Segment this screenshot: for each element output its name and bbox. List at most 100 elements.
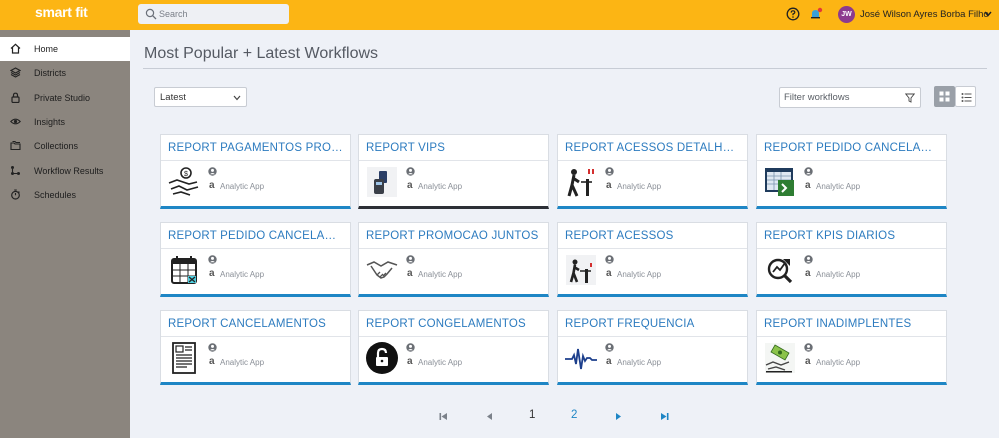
sidebar-item-label: Private Studio (34, 93, 91, 103)
alpha-badge: a (805, 268, 811, 279)
divider (558, 160, 747, 161)
sidebar-item-collections[interactable]: Collections (0, 134, 130, 158)
page-number-current[interactable]: 1 (529, 409, 535, 421)
workflow-card[interactable]: REPORT CONGELAMENTOS a Analytic App (358, 310, 549, 385)
filter-workflows-box[interactable] (779, 87, 921, 108)
sort-dropdown[interactable]: Latest (154, 87, 247, 107)
card-type: Analytic App (816, 270, 861, 279)
workflow-card[interactable]: REPORT PEDIDO CANCELAMENT... a Analytic … (756, 134, 947, 209)
divider (757, 248, 946, 249)
list-icon (961, 93, 972, 102)
card-type: Analytic App (418, 270, 463, 279)
sidebar-item-label: Schedules (34, 190, 77, 200)
logo[interactable]: smart fit (35, 4, 88, 20)
grid-view-button[interactable] (934, 86, 955, 107)
chevron-down-icon[interactable] (984, 11, 992, 17)
search-box[interactable] (138, 4, 289, 24)
search-icon (145, 8, 157, 20)
card-terminal-icon (367, 167, 397, 197)
card-type: Analytic App (617, 182, 662, 191)
user-icon (406, 255, 415, 264)
previous-page-icon[interactable] (485, 412, 494, 421)
notifications-icon[interactable] (809, 7, 823, 21)
workflow-card[interactable]: REPORT ACESSOS a Analytic App (557, 222, 748, 297)
alpha-badge: a (606, 356, 612, 367)
help-icon[interactable] (786, 7, 800, 21)
card-title[interactable]: REPORT CANCELAMENTOS (168, 318, 344, 330)
next-page-icon[interactable] (614, 412, 623, 421)
divider (161, 336, 350, 337)
eye-icon (10, 118, 21, 125)
card-title[interactable]: REPORT ACESSOS (565, 230, 741, 242)
workflow-card[interactable]: REPORT PEDIDO CANCELAMENTO a Analytic Ap… (160, 222, 351, 297)
page-number-link[interactable]: 2 (571, 409, 577, 421)
sidebar-item-districts[interactable]: Districts (0, 61, 130, 85)
last-page-icon[interactable] (660, 412, 669, 421)
alpha-badge: a (407, 268, 413, 279)
sidebar-item-schedules[interactable]: Schedules (0, 183, 130, 207)
layers-icon (10, 67, 21, 78)
search-input[interactable] (159, 4, 285, 24)
card-title[interactable]: REPORT ACESSOS DETALHADOS ... (565, 142, 741, 154)
card-title[interactable]: REPORT PROMOCAO JUNTOS (366, 230, 542, 242)
divider (161, 248, 350, 249)
sidebar-item-insights[interactable]: Insights (0, 110, 130, 134)
card-title[interactable]: REPORT PEDIDO CANCELAMENT... (764, 142, 940, 154)
user-name[interactable]: José Wilson Ayres Borba Filho (860, 9, 989, 20)
alpha-badge: a (606, 268, 612, 279)
alpha-badge: a (407, 356, 413, 367)
sidebar-item-private-studio[interactable]: Private Studio (0, 86, 130, 110)
workflow-card[interactable]: REPORT INADIMPLENTES a Analytic App (756, 310, 947, 385)
list-view-button[interactable] (955, 86, 976, 107)
card-title[interactable]: REPORT PAGAMENTOS PROMO ... (168, 142, 344, 154)
home-icon (10, 43, 21, 54)
card-title[interactable]: REPORT INADIMPLENTES (764, 318, 940, 330)
first-page-icon[interactable] (439, 412, 448, 421)
divider (161, 160, 350, 161)
workflow-card[interactable]: REPORT VIPS a Analytic App (358, 134, 549, 209)
card-title[interactable]: REPORT PEDIDO CANCELAMENTO (168, 230, 344, 242)
chevron-down-icon (233, 95, 241, 101)
user-icon (804, 167, 813, 176)
workflow-icon (11, 166, 20, 175)
alpha-badge: a (209, 268, 215, 279)
lock-icon (11, 92, 20, 103)
alpha-badge: a (606, 180, 612, 191)
handshake-icon (366, 261, 398, 279)
sidebar-item-label: Workflow Results (34, 166, 104, 176)
user-icon (605, 167, 614, 176)
card-title[interactable]: REPORT CONGELAMENTOS (366, 318, 542, 330)
workflow-card[interactable]: REPORT CANCELAMENTOS a Analytic App (160, 310, 351, 385)
sidebar-item-label: Insights (34, 117, 66, 127)
user-icon (804, 255, 813, 264)
funnel-icon[interactable] (905, 93, 915, 103)
divider (143, 68, 987, 69)
card-title[interactable]: REPORT VIPS (366, 142, 542, 154)
turnstile-icon (566, 255, 596, 285)
divider (558, 336, 747, 337)
card-type: Analytic App (617, 358, 662, 367)
alpha-badge: a (407, 180, 413, 191)
folders-icon (10, 141, 21, 151)
workflow-card[interactable]: REPORT PROMOCAO JUNTOS a Analytic App (358, 222, 549, 297)
card-title[interactable]: REPORT FREQUENCIA (565, 318, 741, 330)
workflow-card[interactable]: REPORT ACESSOS DETALHADOS ... a Analytic… (557, 134, 748, 209)
workflow-card[interactable]: REPORT KPIS DIARIOS a Analytic App (756, 222, 947, 297)
card-type: Analytic App (220, 270, 265, 279)
workflow-card[interactable]: REPORT PAGAMENTOS PROMO ... $ a Analytic… (160, 134, 351, 209)
avatar[interactable]: JW (838, 6, 855, 23)
divider (359, 248, 548, 249)
filter-workflows-input[interactable] (784, 88, 902, 107)
grid-icon (939, 91, 950, 102)
sidebar-item-home[interactable]: Home (0, 37, 130, 61)
card-title[interactable]: REPORT KPIS DIARIOS (764, 230, 940, 242)
search-chart-icon (767, 258, 793, 284)
workflow-card[interactable]: REPORT FREQUENCIA a Analytic App (557, 310, 748, 385)
card-type: Analytic App (418, 358, 463, 367)
user-icon (208, 343, 217, 352)
sidebar-item-workflow-results[interactable]: Workflow Results (0, 159, 130, 183)
card-type: Analytic App (220, 358, 265, 367)
padlock-circle-icon (366, 342, 398, 374)
top-bar: smart fit JW José Wilson Ayres Borba Fil… (0, 0, 999, 30)
sort-dropdown-value: Latest (160, 92, 186, 103)
